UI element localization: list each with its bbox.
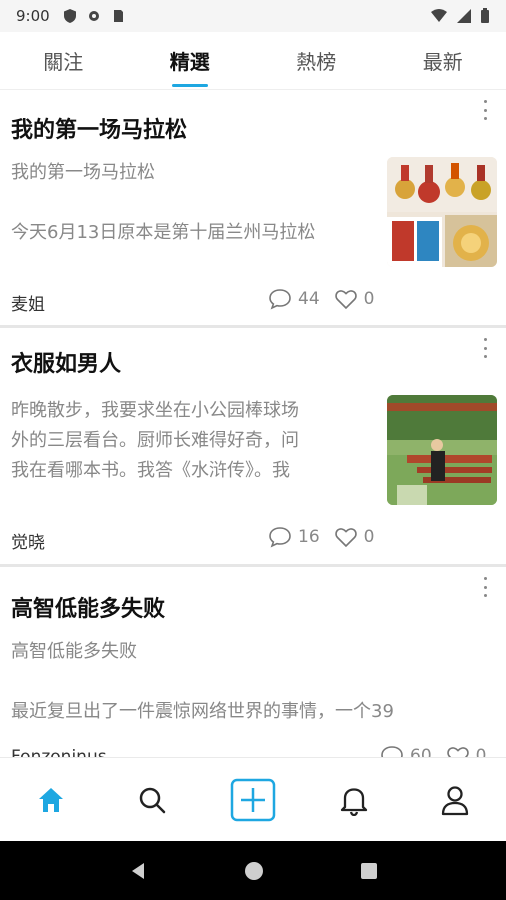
post-author[interactable]: 觉晓 <box>11 528 45 553</box>
post-card[interactable]: 高智低能多失败 高智低能多失败 最近复旦出了一件震惊网络世界的事情，一个39 F… <box>0 567 506 757</box>
excerpt-line: 今天6月13日原本是第十届兰州马拉松 <box>11 222 316 243</box>
tab-label: 精選 <box>169 50 210 74</box>
heart-icon[interactable] <box>334 526 358 548</box>
like-count: 0 <box>363 527 375 547</box>
excerpt-line: 最近复旦出了一件震惊网络世界的事情，一个39 <box>11 701 394 722</box>
post-card[interactable]: 我的第一场马拉松 我的第一场马拉松 今天6月13日原本是第十届兰州马拉松 麦姐 <box>0 90 506 328</box>
more-options-icon[interactable] <box>482 577 488 597</box>
post-stats: 44 0 <box>268 288 374 310</box>
feed-tabs: 關注 精選 熱榜 最新 <box>0 32 506 90</box>
heart-icon[interactable] <box>446 745 470 757</box>
nav-profile[interactable] <box>425 770 485 830</box>
status-bar: 9:00 <box>0 0 506 32</box>
system-navigation-bar <box>0 841 506 900</box>
tab-following[interactable]: 關注 <box>0 32 127 89</box>
battery-icon <box>481 8 489 23</box>
tab-latest[interactable]: 最新 <box>380 32 506 89</box>
home-icon <box>38 787 63 812</box>
tab-trending[interactable]: 熱榜 <box>253 32 380 89</box>
comment-icon[interactable] <box>268 526 292 548</box>
post-card[interactable]: 衣服如男人 昨晚散步，我要求坐在小公园棒球场 外的三层看台。厨师长难得好奇，问 … <box>0 328 506 567</box>
post-stats: 16 0 <box>268 526 374 548</box>
comment-count: 44 <box>298 289 320 309</box>
add-post-icon <box>230 778 276 821</box>
bottom-navigation <box>0 757 506 841</box>
home-button-icon[interactable] <box>244 861 264 881</box>
more-options-icon[interactable] <box>482 100 488 120</box>
signal-icon <box>457 9 471 23</box>
post-excerpt[interactable]: 昨晚散步，我要求坐在小公园棒球场 外的三层看台。厨师长难得好奇，问 我在看哪本书… <box>11 396 371 486</box>
post-author[interactable]: 麦姐 <box>11 290 45 315</box>
post-feed[interactable]: 我的第一场马拉松 我的第一场马拉松 今天6月13日原本是第十届兰州马拉松 麦姐 <box>0 90 506 757</box>
tab-featured[interactable]: 精選 <box>127 32 254 89</box>
sd-card-icon <box>113 10 123 22</box>
wifi-icon <box>431 9 447 22</box>
post-excerpt[interactable]: 高智低能多失败 最近复旦出了一件震惊网络世界的事情，一个39 <box>11 637 491 727</box>
nav-create-post[interactable] <box>223 770 283 830</box>
back-icon[interactable] <box>128 861 148 881</box>
excerpt-line: 我在看哪本书。我答《水浒传》。我 <box>11 460 290 481</box>
excerpt-line: 高智低能多失败 <box>11 641 137 662</box>
post-stats: 60 0 <box>380 745 486 757</box>
excerpt-line: 外的三层看台。厨师长难得好奇，问 <box>11 430 299 451</box>
like-count: 0 <box>475 746 487 757</box>
nav-notifications[interactable] <box>324 770 384 830</box>
comment-icon[interactable] <box>268 288 292 310</box>
recents-icon[interactable] <box>360 862 378 880</box>
tab-label: 最新 <box>422 50 463 74</box>
more-options-icon[interactable] <box>482 338 488 358</box>
search-icon <box>139 787 166 813</box>
post-title[interactable]: 衣服如男人 <box>11 346 121 378</box>
comment-count: 60 <box>410 746 432 757</box>
park-photo-image <box>387 395 497 505</box>
tab-label: 關注 <box>43 50 84 74</box>
medals-image <box>387 157 497 267</box>
shield-icon <box>63 9 76 23</box>
excerpt-line: 我的第一场马拉松 <box>11 162 155 183</box>
comment-icon[interactable] <box>380 745 404 757</box>
like-count: 0 <box>363 289 375 309</box>
post-excerpt[interactable]: 我的第一场马拉松 今天6月13日原本是第十届兰州马拉松 <box>11 158 371 248</box>
excerpt-line <box>11 667 491 697</box>
comment-count: 16 <box>298 527 320 547</box>
bell-icon <box>341 787 368 816</box>
post-thumbnail[interactable] <box>387 157 497 267</box>
excerpt-line: 昨晚散步，我要求坐在小公园棒球场 <box>11 400 299 421</box>
post-title[interactable]: 我的第一场马拉松 <box>11 112 187 144</box>
excerpt-line <box>11 188 371 218</box>
tab-label: 熱榜 <box>296 50 337 74</box>
post-title[interactable]: 高智低能多失败 <box>11 591 165 623</box>
heart-icon[interactable] <box>334 288 358 310</box>
nav-search[interactable] <box>122 770 182 830</box>
settings-icon <box>88 11 99 21</box>
post-author[interactable]: Fonzoninus <box>11 747 107 757</box>
profile-icon <box>442 785 469 815</box>
status-time: 9:00 <box>16 7 50 25</box>
post-thumbnail[interactable] <box>387 395 497 505</box>
nav-home[interactable] <box>21 770 81 830</box>
